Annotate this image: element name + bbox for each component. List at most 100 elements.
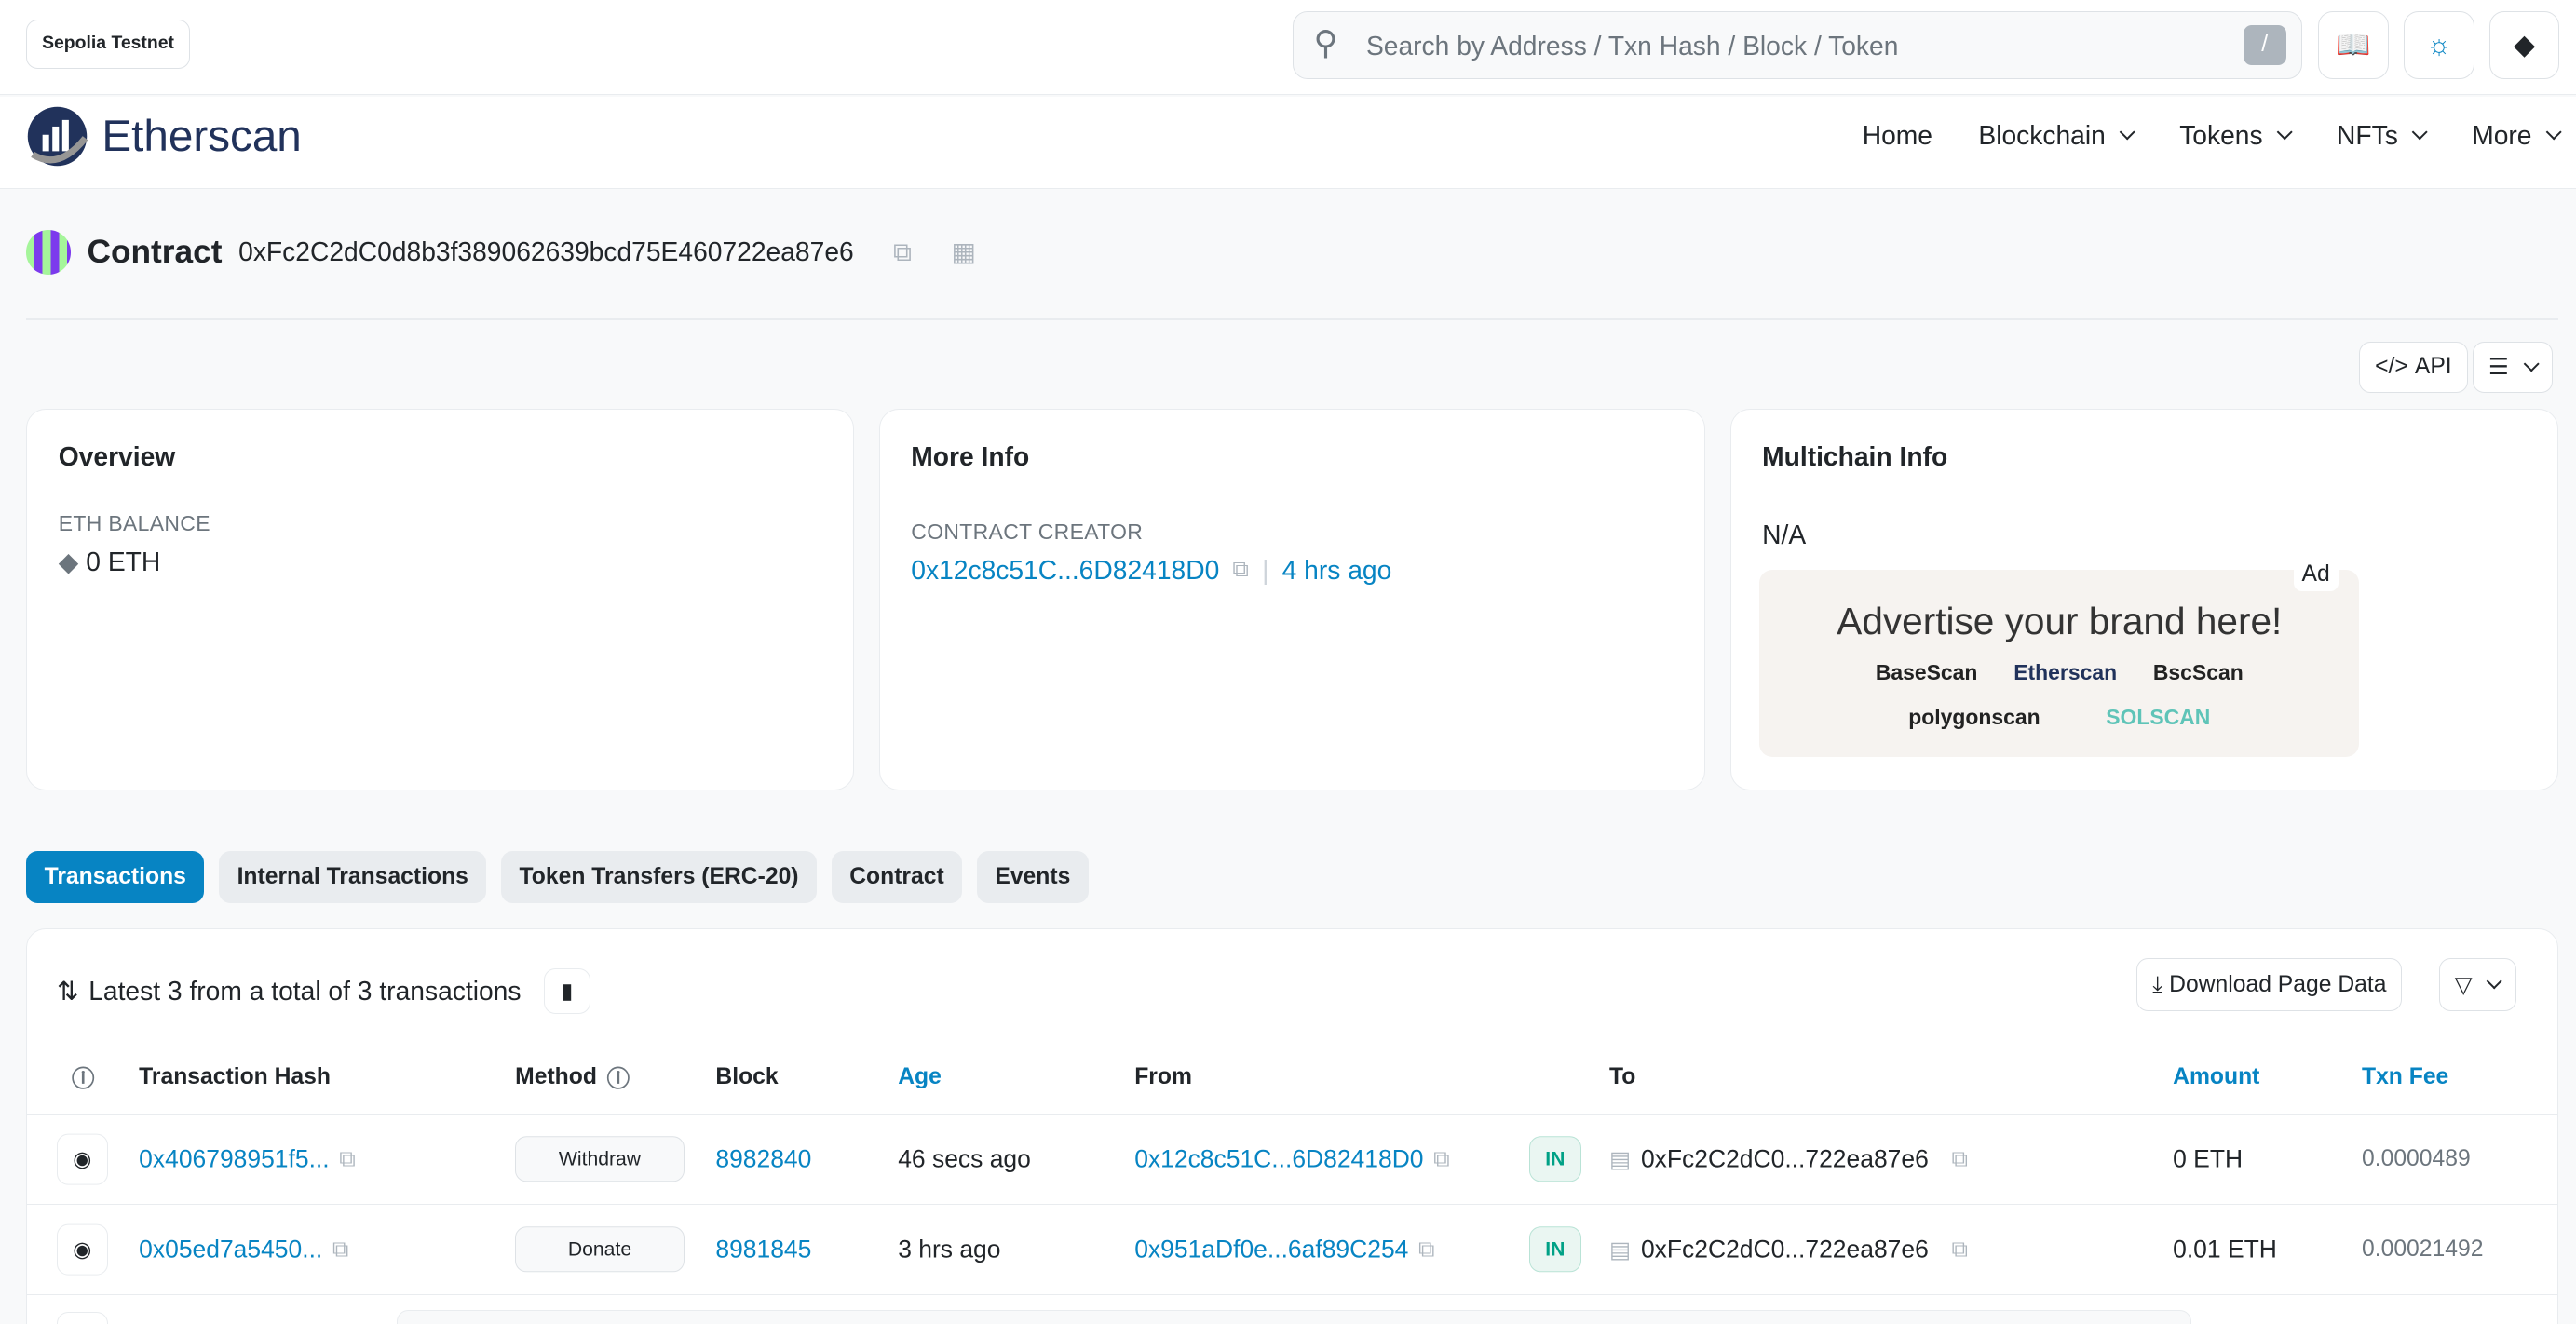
copy-icon[interactable]: ⧉ bbox=[1951, 1236, 1968, 1263]
amount: 0 ETH bbox=[2173, 1144, 2244, 1173]
etherscan-logo-icon bbox=[27, 106, 88, 167]
tab-events[interactable]: Events bbox=[976, 850, 1089, 904]
nav-label: Blockchain bbox=[1978, 119, 2106, 150]
nav-blockchain[interactable]: Blockchain bbox=[1978, 119, 2136, 151]
to-address: 0xFc2C2dC0...722ea87e6 bbox=[1640, 1144, 1929, 1173]
list-check-icon: ☰ bbox=[2488, 355, 2509, 381]
nav-label: Tokens bbox=[2179, 119, 2263, 150]
table-header: ⓘ Transaction Hash Method ⓘ Block Age Fro… bbox=[27, 1041, 2557, 1115]
search-shortcut: / bbox=[2243, 25, 2286, 65]
download-page-data-button[interactable]: ⤓ Download Page Data bbox=[2136, 958, 2403, 1011]
chevron-down-icon bbox=[2276, 124, 2294, 141]
search-icon: ⚲ bbox=[1313, 24, 1338, 61]
col-header-txn-fee[interactable]: Txn Fee bbox=[2362, 1064, 2448, 1090]
chevron-down-icon bbox=[2545, 124, 2563, 141]
col-header: Transaction Hash bbox=[139, 1063, 331, 1089]
nav-tokens[interactable]: Tokens bbox=[2179, 119, 2294, 151]
copy-icon[interactable]: ⧉ bbox=[332, 1236, 349, 1263]
col-header-age[interactable]: Age bbox=[898, 1064, 942, 1090]
direction-badge: IN bbox=[1528, 1226, 1582, 1273]
help-icon[interactable]: ⓘ bbox=[607, 1061, 630, 1094]
network-badge[interactable]: Sepolia Testnet bbox=[26, 20, 190, 70]
filter-button[interactable]: ▽ bbox=[2438, 958, 2516, 1011]
ad-brand: SOLSCAN bbox=[2106, 704, 2211, 729]
chevron-down-icon bbox=[2119, 124, 2136, 141]
block-link[interactable]: 8982840 bbox=[715, 1145, 811, 1174]
chevron-down-icon bbox=[2411, 124, 2429, 141]
creator-address-link[interactable]: 0x12c8c51C...6D82418D0 bbox=[911, 555, 1219, 586]
copy-icon[interactable]: ⧉ bbox=[339, 1146, 356, 1172]
chevron-down-icon bbox=[2523, 356, 2540, 372]
card-title: Overview bbox=[58, 440, 176, 471]
ad-brand: BscScan bbox=[2152, 659, 2244, 684]
txn-hash-link[interactable]: 0x05ed7a5450... bbox=[139, 1236, 322, 1264]
copy-icon[interactable]: ⧉ bbox=[893, 236, 912, 268]
transactions-card: ⇅ Latest 3 from a total of 3 transaction… bbox=[26, 927, 2558, 1324]
download-label: Download Page Data bbox=[2169, 971, 2387, 997]
contract-file-icon: ▤ bbox=[1609, 1237, 1632, 1263]
etherscan-logo[interactable]: Etherscan bbox=[26, 105, 302, 168]
code-icon: </> bbox=[2375, 354, 2408, 380]
tab-contract[interactable]: Contract bbox=[831, 850, 963, 904]
table-row: ◉ 0x406798951f5... ⧉ Withdraw 8982840 46 … bbox=[27, 1115, 2557, 1206]
page-title: Contract bbox=[87, 233, 223, 270]
chevron-down-icon bbox=[2486, 973, 2503, 990]
sort-icon: ⇅ bbox=[56, 976, 79, 1007]
col-header-amount[interactable]: Amount bbox=[2173, 1064, 2259, 1090]
col-header: Block bbox=[715, 1063, 779, 1089]
search-input[interactable]: ⚲ Search by Address / Txn Hash / Block /… bbox=[1293, 11, 2302, 79]
search-placeholder: Search by Address / Txn Hash / Block / T… bbox=[1365, 30, 1899, 61]
api-label: API bbox=[2414, 354, 2452, 380]
tab-internal-transactions[interactable]: Internal Transactions bbox=[219, 850, 487, 904]
txn-fee: 0.0000489 bbox=[2362, 1146, 2471, 1172]
bar-chart-icon[interactable]: ▮ bbox=[544, 968, 590, 1015]
balance-label: ETH BALANCE bbox=[58, 511, 210, 536]
nav-nfts[interactable]: NFTs bbox=[2337, 120, 2429, 151]
block-link[interactable]: 8981845 bbox=[715, 1236, 811, 1264]
from-address-link[interactable]: 0x12c8c51C...6D82418D0 bbox=[1134, 1145, 1423, 1174]
nav-label: More bbox=[2472, 119, 2532, 150]
creator-label: CONTRACT CREATOR bbox=[911, 519, 1144, 544]
eth-balance: 0 ETH bbox=[86, 546, 161, 576]
txn-hash-link[interactable]: 0x406798951f5... bbox=[139, 1145, 329, 1174]
from-address-link[interactable]: 0x951aDf0e...6af89C254 bbox=[1134, 1236, 1408, 1264]
tab-token-transfers[interactable]: Token Transfers (ERC-20) bbox=[501, 850, 817, 904]
eye-icon[interactable]: ◉ bbox=[56, 1133, 108, 1185]
list-options-button[interactable]: ☰ bbox=[2472, 341, 2553, 393]
ad-brand: BaseScan bbox=[1875, 659, 1978, 684]
download-icon: ⤓ bbox=[2152, 971, 2163, 997]
creation-txn-link[interactable]: 4 hrs ago bbox=[1282, 555, 1392, 586]
brand-name: Etherscan bbox=[102, 111, 302, 161]
api-button[interactable]: </> API bbox=[2359, 341, 2468, 393]
txn-fee: 0.00021492 bbox=[2362, 1236, 2484, 1263]
qr-code-icon[interactable]: ▦ bbox=[952, 236, 977, 267]
tab-bar: Transactions Internal Transactions Token… bbox=[26, 850, 1089, 904]
ethereum-icon: ◆ bbox=[58, 546, 79, 576]
ad-banner[interactable]: Advertise your brand here! BaseScan Ethe… bbox=[1759, 570, 2360, 758]
amount: 0.01 ETH bbox=[2173, 1235, 2277, 1263]
col-header: From bbox=[1134, 1063, 1192, 1089]
help-icon[interactable]: ⓘ bbox=[72, 1061, 95, 1094]
ad-brand: Etherscan bbox=[2013, 659, 2118, 684]
tab-transactions[interactable]: Transactions bbox=[26, 850, 205, 904]
copy-icon[interactable]: ⧉ bbox=[1433, 1146, 1450, 1172]
ethereum-icon[interactable]: ◆ bbox=[2488, 11, 2560, 79]
filter-icon: ▽ bbox=[2454, 972, 2473, 998]
eye-icon[interactable]: ◉ bbox=[56, 1223, 108, 1276]
ad-tag: Ad bbox=[2293, 558, 2339, 591]
theme-sun-icon[interactable]: ☼ bbox=[2403, 11, 2474, 79]
eye-icon[interactable] bbox=[56, 1311, 108, 1324]
age: 46 secs ago bbox=[898, 1144, 1031, 1173]
book-icon[interactable]: 📖 bbox=[2318, 11, 2389, 79]
placeholder-row bbox=[397, 1309, 2191, 1324]
col-header: To bbox=[1609, 1063, 1636, 1089]
nav-home[interactable]: Home bbox=[1863, 120, 1932, 151]
multichain-value: N/A bbox=[1762, 519, 1807, 549]
copy-icon[interactable]: ⧉ bbox=[1951, 1146, 1968, 1172]
overview-card: Overview ETH BALANCE ◆ 0 ETH bbox=[26, 409, 855, 790]
copy-icon[interactable]: ⧉ bbox=[1232, 557, 1249, 583]
contract-address: 0xFc2C2dC0d8b3f389062639bcd75E460722ea87… bbox=[238, 236, 854, 267]
col-header: Method bbox=[515, 1063, 597, 1089]
nav-more[interactable]: More bbox=[2472, 119, 2563, 151]
copy-icon[interactable]: ⧉ bbox=[1418, 1236, 1435, 1263]
